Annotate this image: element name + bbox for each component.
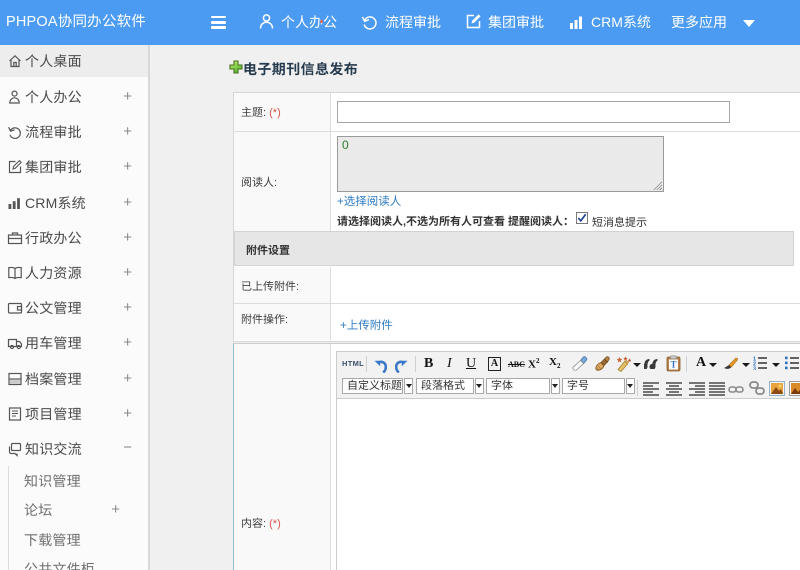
svg-text:T: T (670, 360, 676, 370)
svg-text:3: 3 (753, 367, 756, 371)
